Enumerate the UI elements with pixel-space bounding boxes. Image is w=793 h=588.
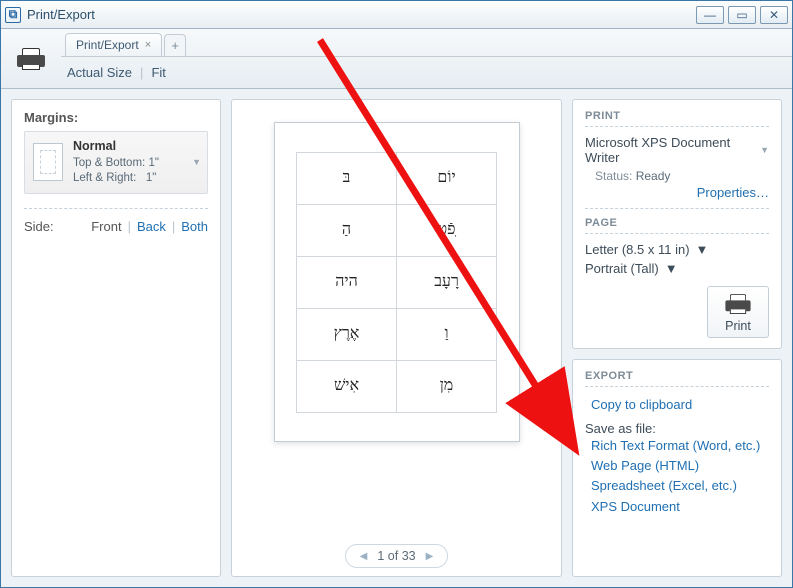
tab-label: Print/Export xyxy=(76,38,139,52)
side-front[interactable]: Front xyxy=(91,219,121,234)
page-heading: PAGE xyxy=(585,217,769,229)
export-html-link[interactable]: Web Page (HTML) xyxy=(591,458,699,473)
margin-thumb-icon xyxy=(33,143,63,181)
minimize-button[interactable]: — xyxy=(696,6,724,24)
orientation-select[interactable]: Portrait (Tall)▼ xyxy=(585,261,769,276)
margins-heading: Margins: xyxy=(24,110,208,125)
save-as-label: Save as file: xyxy=(585,421,769,436)
card-cell: אֶרֶץ xyxy=(296,308,397,361)
pager-text: 1 of 33 xyxy=(377,549,415,563)
close-icon[interactable]: × xyxy=(145,39,151,51)
export-rtf-link[interactable]: Rich Text Format (Word, etc.) xyxy=(591,438,760,453)
toolstrip: Print/Export × + Actual Size | Fit xyxy=(1,29,792,89)
titlebar: ⧉ Print/Export — ▭ ✕ xyxy=(1,1,792,29)
printer-select[interactable]: Microsoft XPS Document Writer ▼ xyxy=(585,135,769,165)
new-tab-button[interactable]: + xyxy=(164,34,186,56)
margins-panel: Margins: Normal Top & Bottom: 1" Left & … xyxy=(11,99,221,577)
chevron-down-icon: ▼ xyxy=(665,261,678,276)
view-actual-size[interactable]: Actual Size xyxy=(67,65,132,80)
export-panel: EXPORT Copy to clipboard Save as file: R… xyxy=(572,359,782,577)
page-preview: בּ יוֹם הַ ִפֿט היה רָעָב אֶרֶץ וַ אִישׁ… xyxy=(274,122,520,442)
print-panel: PRINT Microsoft XPS Document Writer ▼ St… xyxy=(572,99,782,349)
card-cell: מִן xyxy=(396,360,497,413)
tab-print-export[interactable]: Print/Export × xyxy=(65,33,162,56)
print-heading: PRINT xyxy=(585,110,769,122)
window-title: Print/Export xyxy=(27,7,95,22)
maximize-button[interactable]: ▭ xyxy=(728,6,756,24)
prev-page-button[interactable]: ◀ xyxy=(360,551,368,562)
card-cell: וַ xyxy=(396,308,497,361)
preview-panel: בּ יוֹם הַ ִפֿט היה רָעָב אֶרֶץ וַ אִישׁ… xyxy=(231,99,562,577)
next-page-button[interactable]: ▶ xyxy=(426,551,434,562)
properties-link[interactable]: Properties… xyxy=(697,185,769,200)
side-back[interactable]: Back xyxy=(137,219,166,234)
card-cell: בּ xyxy=(296,152,397,205)
printer-icon xyxy=(17,48,45,70)
print-button[interactable]: Print xyxy=(707,286,769,338)
chevron-down-icon: ▼ xyxy=(192,157,201,167)
card-cell: היה xyxy=(296,256,397,309)
pager: ◀ 1 of 33 ▶ xyxy=(345,544,449,568)
card-cell: יוֹם xyxy=(396,152,497,205)
printer-icon xyxy=(725,294,750,314)
card-cell: ִפֿט xyxy=(396,204,497,257)
close-button[interactable]: ✕ xyxy=(760,6,788,24)
card-cell: אִישׁ xyxy=(296,360,397,413)
copy-clipboard-link[interactable]: Copy to clipboard xyxy=(591,397,692,412)
export-xls-link[interactable]: Spreadsheet (Excel, etc.) xyxy=(591,478,737,493)
export-heading: EXPORT xyxy=(585,370,769,382)
card-cell: הַ xyxy=(296,204,397,257)
view-fit[interactable]: Fit xyxy=(151,65,165,80)
app-icon: ⧉ xyxy=(5,7,21,23)
side-label: Side: xyxy=(24,219,54,234)
margin-preset[interactable]: Normal Top & Bottom: 1" Left & Right: 1"… xyxy=(24,131,208,194)
margin-name: Normal xyxy=(73,139,116,153)
paper-select[interactable]: Letter (8.5 x 11 in)▼ xyxy=(585,242,769,257)
chevron-down-icon: ▼ xyxy=(696,242,709,257)
side-both[interactable]: Both xyxy=(181,219,208,234)
printer-status: Ready xyxy=(636,169,671,183)
card-cell: רָעָב xyxy=(396,256,497,309)
export-xps-link[interactable]: XPS Document xyxy=(591,499,680,514)
chevron-down-icon: ▼ xyxy=(760,145,769,155)
